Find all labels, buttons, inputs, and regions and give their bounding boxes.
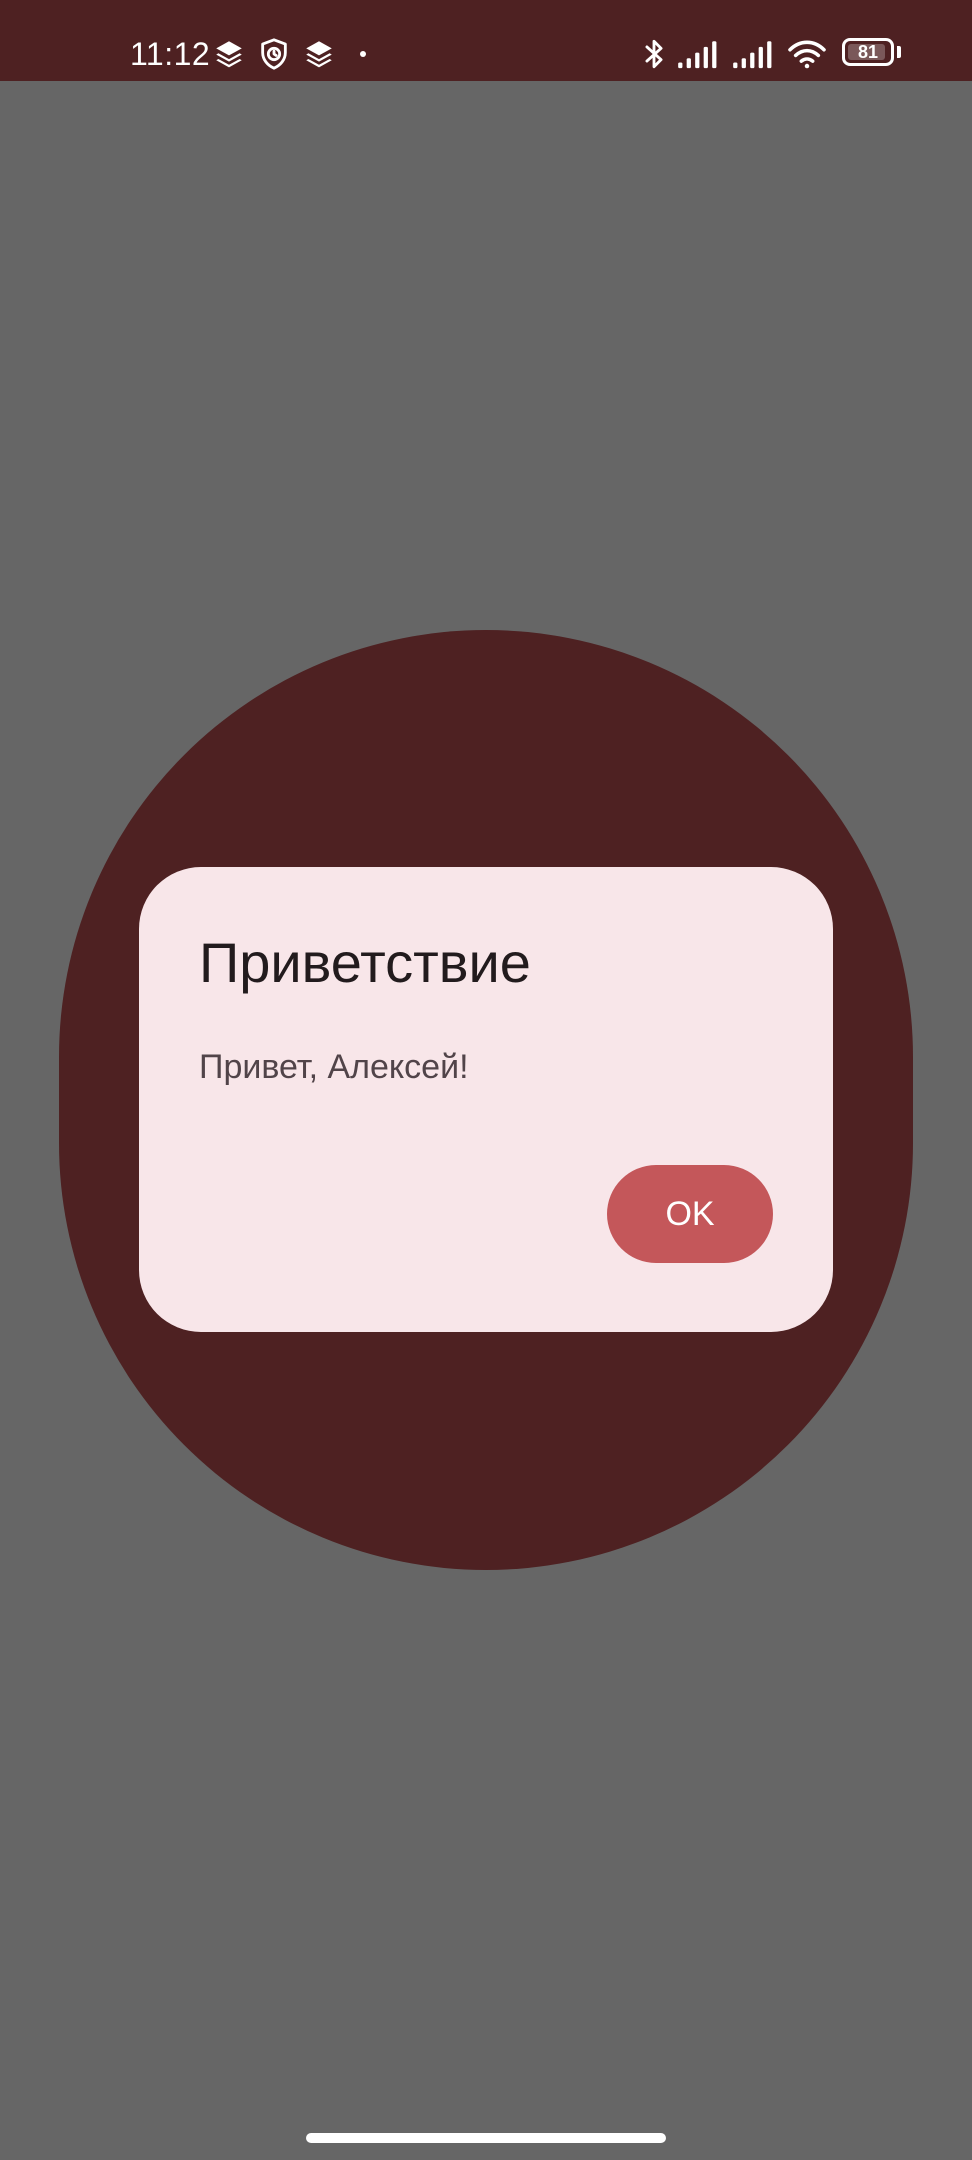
shield-clock-icon (257, 37, 291, 71)
status-time: 11:12 (130, 36, 211, 72)
layers-icon (302, 37, 336, 71)
battery-level: 81 (857, 42, 879, 62)
greeting-dialog: Приветствие Привет, Алексей! OK (139, 867, 833, 1332)
home-indicator[interactable] (306, 2133, 666, 2143)
battery-tip (897, 46, 901, 58)
signal-icon (676, 37, 720, 71)
dot-icon (360, 51, 366, 57)
ok-button[interactable]: OK (607, 1165, 773, 1263)
dialog-message: Привет, Алексей! (199, 1048, 469, 1086)
dialog-title: Приветствие (199, 931, 531, 994)
wifi-icon (785, 37, 829, 71)
layers-icon (212, 37, 246, 71)
signal-icon (731, 37, 775, 71)
bluetooth-icon (637, 37, 671, 71)
status-bar: 11:12 81 (0, 0, 972, 81)
